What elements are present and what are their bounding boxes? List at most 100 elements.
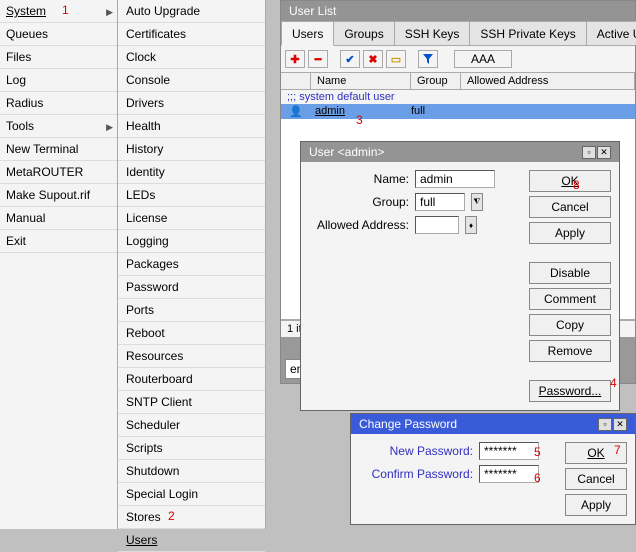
addr-input[interactable]	[415, 216, 459, 234]
col-blank[interactable]	[281, 73, 311, 89]
menu-label: Log	[6, 73, 26, 87]
menu-new-terminal[interactable]: New Terminal	[0, 138, 117, 161]
close-icon[interactable]: ✕	[597, 146, 611, 159]
ok-button[interactable]: OK	[529, 170, 611, 192]
menu-radius[interactable]: Radius	[0, 92, 117, 115]
menu-label: System	[6, 4, 46, 18]
menu-log[interactable]: Log	[0, 69, 117, 92]
cancel-button[interactable]: Cancel	[529, 196, 611, 218]
submenu-routerboard[interactable]: Routerboard	[118, 368, 265, 391]
table-row[interactable]: 👤 admin full	[281, 104, 635, 119]
dialog-title: Change Password ▫ ✕	[351, 414, 635, 434]
window-title: User List	[281, 1, 635, 21]
submenu-reboot[interactable]: Reboot	[118, 322, 265, 345]
tab-ssh-private-keys[interactable]: SSH Private Keys	[469, 21, 586, 45]
menu-label: Exit	[6, 234, 26, 248]
apply-button[interactable]: Apply	[529, 222, 611, 244]
user-edit-dialog: User <admin> ▫ ✕ Name: Group: ⧨ Allowed …	[300, 141, 620, 411]
menu-files[interactable]: Files	[0, 46, 117, 69]
tab-active-users[interactable]: Active Users	[586, 21, 636, 45]
col-name[interactable]: Name	[311, 73, 411, 89]
submenu-sntp-client[interactable]: SNTP Client	[118, 391, 265, 414]
disable-button[interactable]: ✖	[363, 50, 383, 68]
copy-button[interactable]: Copy	[529, 314, 611, 336]
password-button[interactable]: Password...	[529, 380, 611, 402]
system-submenu: Auto Upgrade Certificates Clock Console …	[118, 0, 266, 529]
dialog-title-text: User <admin>	[309, 145, 384, 159]
menu-label: New Terminal	[6, 142, 78, 156]
submenu-logging[interactable]: Logging	[118, 230, 265, 253]
submenu-ports[interactable]: Ports	[118, 299, 265, 322]
group-select[interactable]	[415, 193, 465, 211]
submenu-packages[interactable]: Packages	[118, 253, 265, 276]
toolbar: ✚ ━ ✔ ✖ ▭ AAA	[281, 46, 635, 72]
name-input[interactable]	[415, 170, 495, 188]
submenu-auto-upgrade[interactable]: Auto Upgrade	[118, 0, 265, 23]
submenu-drivers[interactable]: Drivers	[118, 92, 265, 115]
group-dropdown-icon[interactable]: ⧨	[471, 193, 483, 211]
menu-system[interactable]: System▶	[0, 0, 117, 23]
submenu-stores[interactable]: Stores	[118, 506, 265, 529]
disable-button[interactable]: Disable	[529, 262, 611, 284]
menu-manual[interactable]: Manual	[0, 207, 117, 230]
tab-users[interactable]: Users	[281, 21, 334, 46]
restore-icon[interactable]: ▫	[582, 146, 596, 159]
submenu-scripts[interactable]: Scripts	[118, 437, 265, 460]
restore-icon[interactable]: ▫	[598, 418, 612, 431]
new-password-input[interactable]	[479, 442, 539, 460]
submenu-license[interactable]: License	[118, 207, 265, 230]
menu-tools[interactable]: Tools ▶	[0, 115, 117, 138]
submenu-special-login[interactable]: Special Login	[118, 483, 265, 506]
submenu-identity[interactable]: Identity	[118, 161, 265, 184]
submenu-shutdown[interactable]: Shutdown	[118, 460, 265, 483]
menu-metarouter[interactable]: MetaROUTER	[0, 161, 117, 184]
menu-label: Make Supout.rif	[6, 188, 90, 202]
confirm-password-label: Confirm Password:	[359, 467, 473, 481]
filter-button[interactable]	[418, 50, 438, 68]
dialog-title: User <admin> ▫ ✕	[301, 142, 619, 162]
submenu-certificates[interactable]: Certificates	[118, 23, 265, 46]
submenu-history[interactable]: History	[118, 138, 265, 161]
close-icon[interactable]: ✕	[613, 418, 627, 431]
main-menu: System▶ Queues Files Log Radius Tools ▶ N…	[0, 0, 118, 529]
aaa-button[interactable]: AAA	[454, 50, 512, 68]
enable-button[interactable]: ✔	[340, 50, 360, 68]
table-header: Name Group Allowed Address	[281, 72, 635, 90]
addr-updown-icon[interactable]: ♦	[465, 216, 477, 234]
col-group[interactable]: Group	[411, 73, 461, 89]
menu-queues[interactable]: Queues	[0, 23, 117, 46]
tab-groups[interactable]: Groups	[333, 21, 394, 45]
comment-button[interactable]: ▭	[386, 50, 406, 68]
tabs: Users Groups SSH Keys SSH Private Keys A…	[281, 21, 635, 46]
add-button[interactable]: ✚	[285, 50, 305, 68]
tab-ssh-keys[interactable]: SSH Keys	[394, 21, 471, 45]
menu-label: Queues	[6, 27, 48, 41]
menu-label: Tools	[6, 119, 34, 133]
col-allowed-address[interactable]: Allowed Address	[461, 73, 635, 89]
comment-button[interactable]: Comment	[529, 288, 611, 310]
ok-button[interactable]: OK	[565, 442, 627, 464]
remove-button[interactable]: Remove	[529, 340, 611, 362]
remove-button[interactable]: ━	[308, 50, 328, 68]
menu-label: Manual	[6, 211, 45, 225]
apply-button[interactable]: Apply	[565, 494, 627, 516]
submenu-scheduler[interactable]: Scheduler	[118, 414, 265, 437]
confirm-password-input[interactable]	[479, 465, 539, 483]
menu-make-supout[interactable]: Make Supout.rif	[0, 184, 117, 207]
row-comment: ;;; system default user	[281, 90, 635, 104]
submenu-password[interactable]: Password	[118, 276, 265, 299]
submenu-leds[interactable]: LEDs	[118, 184, 265, 207]
menu-label: Radius	[6, 96, 43, 110]
chevron-right-icon: ▶	[106, 120, 113, 134]
user-icon: 👤	[281, 105, 311, 118]
row-group: full	[411, 105, 461, 118]
workspace: User List Users Groups SSH Keys SSH Priv…	[266, 0, 636, 529]
cancel-button[interactable]: Cancel	[565, 468, 627, 490]
submenu-clock[interactable]: Clock	[118, 46, 265, 69]
submenu-health[interactable]: Health	[118, 115, 265, 138]
submenu-resources[interactable]: Resources	[118, 345, 265, 368]
submenu-console[interactable]: Console	[118, 69, 265, 92]
submenu-users[interactable]: Users	[118, 529, 265, 552]
menu-label: MetaROUTER	[6, 165, 83, 179]
menu-exit[interactable]: Exit	[0, 230, 117, 253]
